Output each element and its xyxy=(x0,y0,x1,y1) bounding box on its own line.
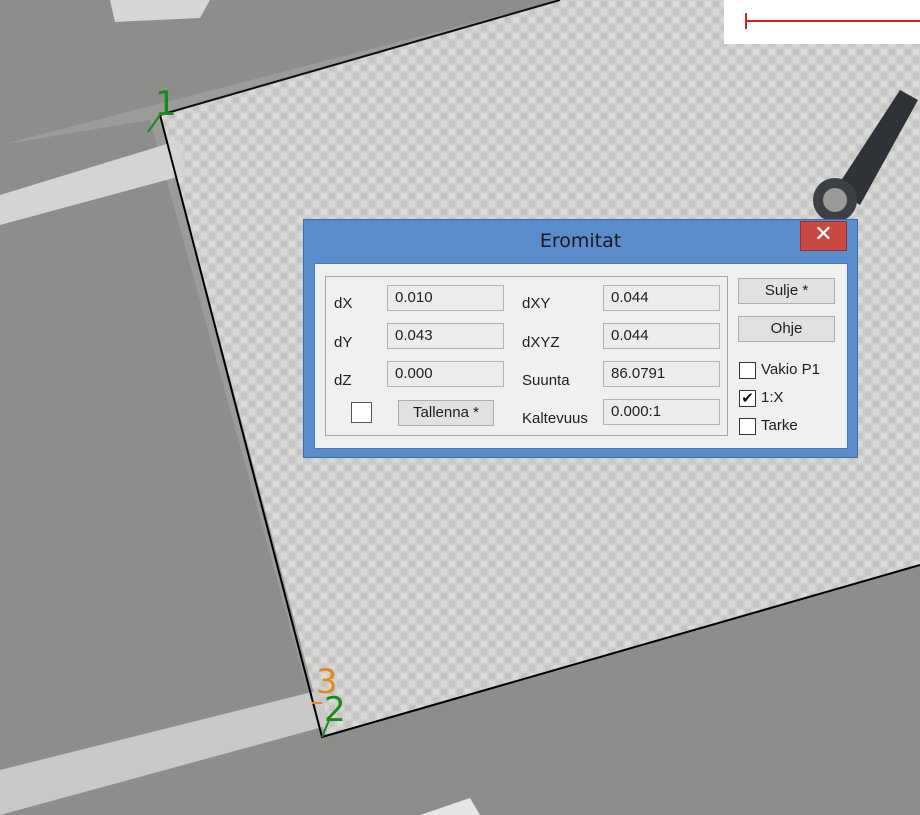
scale-bar-panel xyxy=(724,0,920,44)
point-label-1: 1 xyxy=(155,84,177,124)
precise-label: Tarke xyxy=(761,417,798,434)
dxyz-label: dXYZ xyxy=(522,334,560,351)
direction-field[interactable]: 86.0791 xyxy=(603,361,720,387)
dz-field[interactable]: 0.000 xyxy=(387,361,504,387)
dxy-field[interactable]: 0.044 xyxy=(603,285,720,311)
save-button[interactable]: Tallenna * xyxy=(398,400,494,426)
checkmark-icon: ✔ xyxy=(741,389,754,407)
dx-label: dX xyxy=(334,295,353,312)
precise-checkbox[interactable] xyxy=(739,418,756,435)
differences-dialog: Eromitat ✕ dX 0.010 dY 0.043 dZ 0.000 Ta… xyxy=(303,219,858,458)
dialog-title: Eromitat xyxy=(539,230,622,252)
ratio-label: 1:X xyxy=(761,389,784,406)
dxyz-field[interactable]: 0.044 xyxy=(603,323,720,349)
constant-p1-label: Vakio P1 xyxy=(761,361,820,378)
values-group: dX 0.010 dY 0.043 dZ 0.000 Tallenna * dX… xyxy=(325,276,728,436)
dz-label: dZ xyxy=(334,372,352,389)
close-icon[interactable]: ✕ xyxy=(800,221,847,251)
scale-bar xyxy=(745,20,920,22)
help-button[interactable]: Ohje xyxy=(738,316,835,342)
dy-field[interactable]: 0.043 xyxy=(387,323,504,349)
dx-field[interactable]: 0.010 xyxy=(387,285,504,311)
dxy-label: dXY xyxy=(522,295,551,312)
dialog-body: dX 0.010 dY 0.043 dZ 0.000 Tallenna * dX… xyxy=(314,263,848,449)
direction-label: Suunta xyxy=(522,372,570,389)
save-checkbox[interactable] xyxy=(351,402,372,423)
close-button[interactable]: Sulje * xyxy=(738,278,835,304)
point-label-3: 3 xyxy=(316,662,338,702)
constant-p1-checkbox[interactable] xyxy=(739,362,756,379)
pole-base-inner xyxy=(823,188,847,212)
scale-bar-tick xyxy=(745,13,747,29)
slope-field[interactable]: 0.000:1 xyxy=(603,399,720,425)
dy-label: dY xyxy=(334,334,353,351)
slope-label: Kaltevuus xyxy=(522,410,588,427)
ratio-checkbox[interactable]: ✔ xyxy=(739,390,756,407)
